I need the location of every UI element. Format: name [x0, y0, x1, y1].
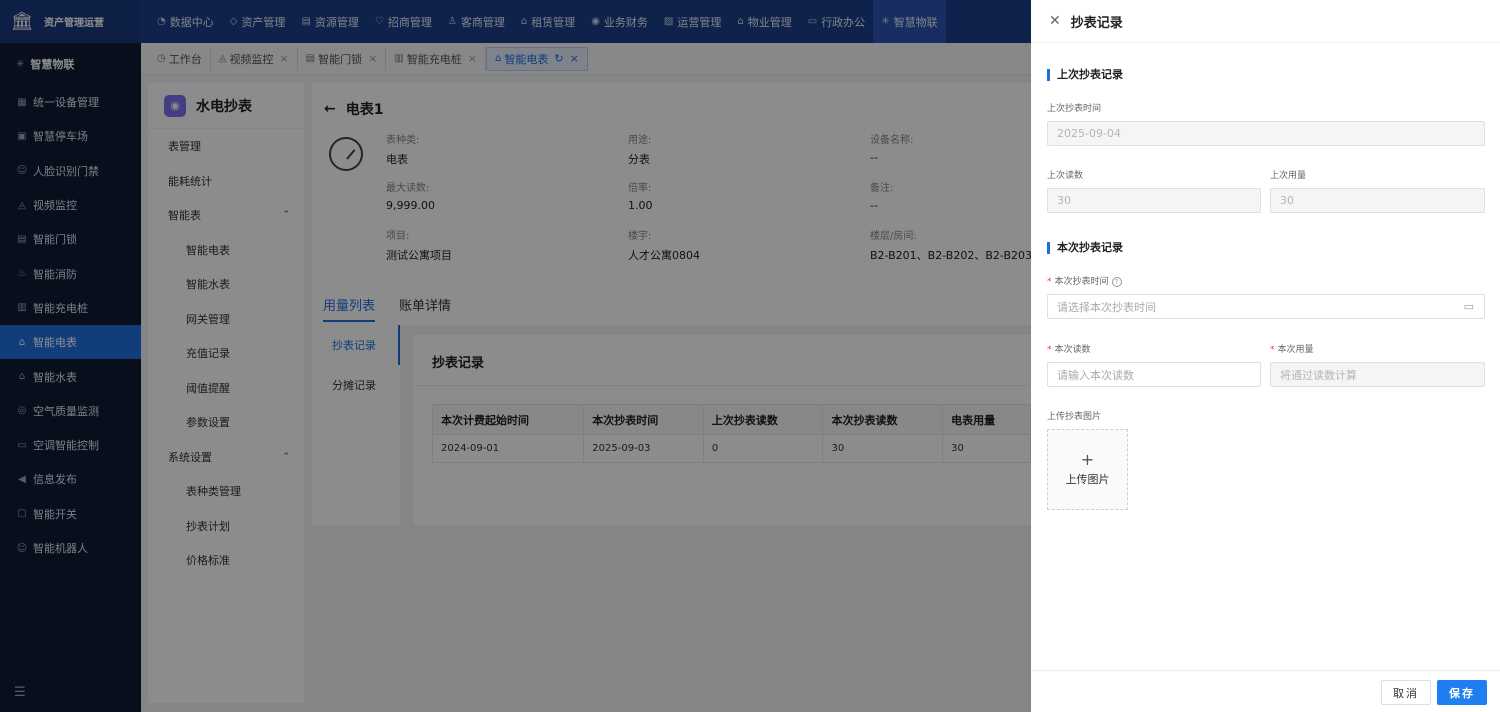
- current-reading-input[interactable]: 请输入本次读数: [1047, 362, 1261, 387]
- current-usage-label: * 本次用量: [1270, 342, 1314, 355]
- last-reading-field: 30: [1047, 188, 1261, 213]
- current-time-label: * 本次抄表时间?: [1047, 274, 1122, 287]
- calendar-icon[interactable]: ▭: [1464, 300, 1474, 313]
- last-time-field: 2025-09-04: [1047, 121, 1485, 146]
- last-time-label: 上次抄表时间: [1047, 104, 1102, 114]
- current-usage-label-text: 本次用量: [1277, 345, 1314, 355]
- close-icon[interactable]: ✕: [1049, 13, 1061, 29]
- current-time-picker[interactable]: 请选择本次抄表时间 ▭: [1047, 294, 1485, 319]
- drawer-header: ✕ 抄表记录: [1031, 0, 1500, 43]
- reading-drawer: ✕ 抄表记录 上次抄表记录 上次抄表时间 2025-09-04 上次读数 30 …: [1031, 0, 1500, 712]
- plus-icon: +: [1080, 450, 1095, 469]
- drawer-title: 抄表记录: [1070, 15, 1123, 31]
- current-time-placeholder: 请选择本次抄表时间: [1057, 300, 1156, 314]
- help-icon[interactable]: ?: [1111, 277, 1122, 287]
- drawer-footer: 取消 保存: [1031, 670, 1500, 712]
- upload-label: 上传抄表图片: [1047, 412, 1102, 422]
- current-record-section-title: 本次抄表记录: [1047, 242, 1123, 254]
- modal-mask[interactable]: [0, 0, 1031, 712]
- upload-image-button[interactable]: + 上传图片: [1047, 429, 1128, 510]
- required-mark: *: [1047, 345, 1052, 355]
- current-reading-label: * 本次读数: [1047, 342, 1091, 355]
- last-record-section-title: 上次抄表记录: [1047, 69, 1123, 81]
- cancel-button[interactable]: 取消: [1381, 680, 1431, 705]
- current-usage-field: 将通过读数计算: [1270, 362, 1485, 387]
- upload-image-text: 上传图片: [1065, 473, 1110, 486]
- save-button[interactable]: 保存: [1437, 680, 1487, 705]
- current-reading-label-text: 本次读数: [1054, 345, 1091, 355]
- last-reading-label: 上次读数: [1047, 171, 1084, 181]
- current-time-label-text: 本次抄表时间: [1054, 277, 1109, 287]
- required-mark: *: [1047, 277, 1052, 287]
- required-mark: *: [1270, 345, 1275, 355]
- last-usage-label: 上次用量: [1270, 171, 1307, 181]
- last-usage-field: 30: [1270, 188, 1485, 213]
